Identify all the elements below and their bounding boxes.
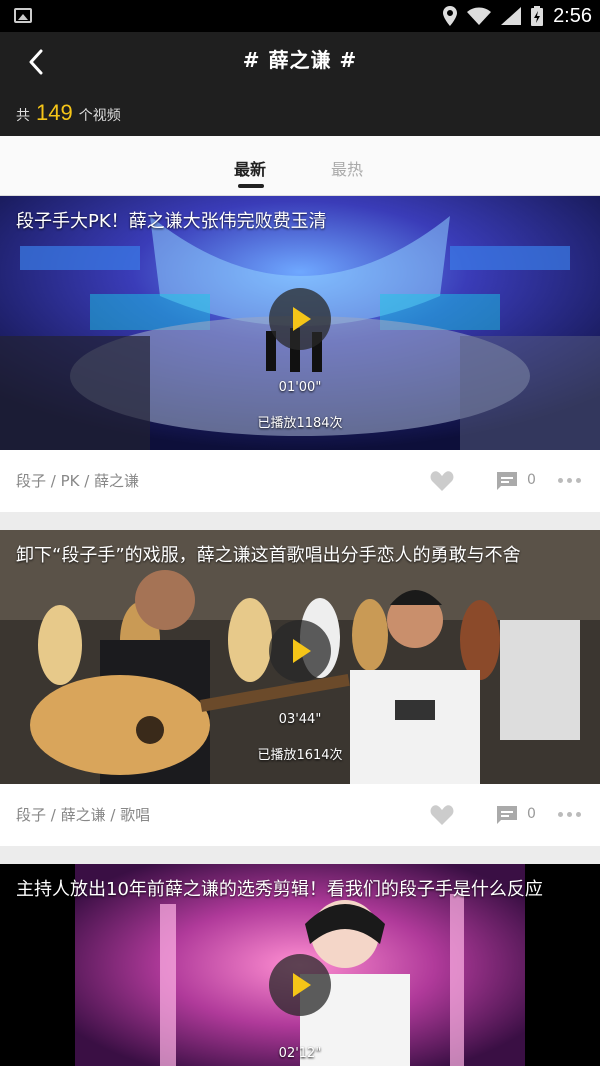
status-bar: 2:56 — [0, 0, 600, 32]
more-options-icon[interactable] — [558, 478, 581, 483]
video-thumbnail[interactable]: 主持人放出10年前薛之谦的选秀剪辑！看我们的段子手是什么反应 02'12" — [0, 864, 600, 1066]
play-count: 已播放1614次 — [257, 748, 343, 763]
video-meta-bar: 段子 / 薛之谦 / 歌唱 0 — [0, 784, 600, 846]
tab-hottest[interactable]: 最热 — [331, 156, 363, 180]
location-icon — [443, 6, 458, 26]
comment-count: 0 — [527, 472, 536, 488]
video-duration: 01'00" — [278, 380, 322, 395]
status-time: 2:56 — [553, 4, 592, 27]
video-thumbnail[interactable]: 卸下“段子手”的戏服，薛之谦这首歌唱出分手恋人的勇敢与不舍 03'44" 已播放… — [0, 530, 600, 784]
comment-icon — [497, 472, 517, 490]
count-suffix: 个视频 — [78, 108, 121, 124]
image-notification-icon — [14, 8, 32, 23]
video-title[interactable]: 主持人放出10年前薛之谦的选秀剪辑！看我们的段子手是什么反应 — [16, 878, 584, 902]
more-options-icon[interactable] — [558, 812, 581, 817]
topic-header: # 薛之谦 # 共 149 个视频 — [0, 32, 600, 136]
count-prefix: 共 — [16, 108, 30, 124]
video-tags[interactable]: 段子 / PK / 薛之谦 — [16, 470, 139, 491]
comment-icon — [497, 806, 517, 824]
page-title: # 薛之谦 # — [242, 48, 358, 72]
heart-icon[interactable] — [430, 804, 454, 826]
video-meta-bar: 段子 / PK / 薛之谦 0 — [0, 450, 600, 512]
wifi-icon — [467, 7, 492, 25]
status-icons: 2:56 — [443, 0, 592, 32]
video-count: 共 149 个视频 — [16, 100, 121, 126]
play-count: 已播放1184次 — [257, 416, 343, 431]
video-duration: 02'12" — [278, 1046, 322, 1061]
play-icon[interactable] — [269, 288, 331, 350]
video-card[interactable]: 段子手大PK！薛之谦大张伟完败费玉清 01'00" 已播放1184次 段子 / … — [0, 196, 600, 512]
battery-icon — [531, 6, 544, 26]
active-tab-indicator — [238, 184, 264, 188]
video-title[interactable]: 段子手大PK！薛之谦大张伟完败费玉清 — [16, 210, 584, 234]
video-title[interactable]: 卸下“段子手”的戏服，薛之谦这首歌唱出分手恋人的勇敢与不舍 — [16, 544, 584, 568]
comment-button[interactable]: 0 — [495, 470, 536, 490]
count-number: 149 — [36, 100, 73, 125]
play-icon[interactable] — [269, 954, 331, 1016]
video-duration: 03'44" — [278, 712, 322, 727]
sort-tabs: 最新 最热 — [0, 136, 600, 196]
play-icon[interactable] — [269, 620, 331, 682]
comment-count: 0 — [527, 806, 536, 822]
comment-button[interactable]: 0 — [495, 804, 536, 824]
video-card[interactable]: 主持人放出10年前薛之谦的选秀剪辑！看我们的段子手是什么反应 02'12" — [0, 864, 600, 1066]
video-tags[interactable]: 段子 / 薛之谦 / 歌唱 — [16, 804, 150, 825]
video-card[interactable]: 卸下“段子手”的戏服，薛之谦这首歌唱出分手恋人的勇敢与不舍 03'44" 已播放… — [0, 530, 600, 846]
heart-icon[interactable] — [430, 470, 454, 492]
video-thumbnail[interactable]: 段子手大PK！薛之谦大张伟完败费玉清 01'00" 已播放1184次 — [0, 196, 600, 450]
tab-latest[interactable]: 最新 — [234, 156, 266, 180]
signal-icon — [501, 7, 522, 25]
